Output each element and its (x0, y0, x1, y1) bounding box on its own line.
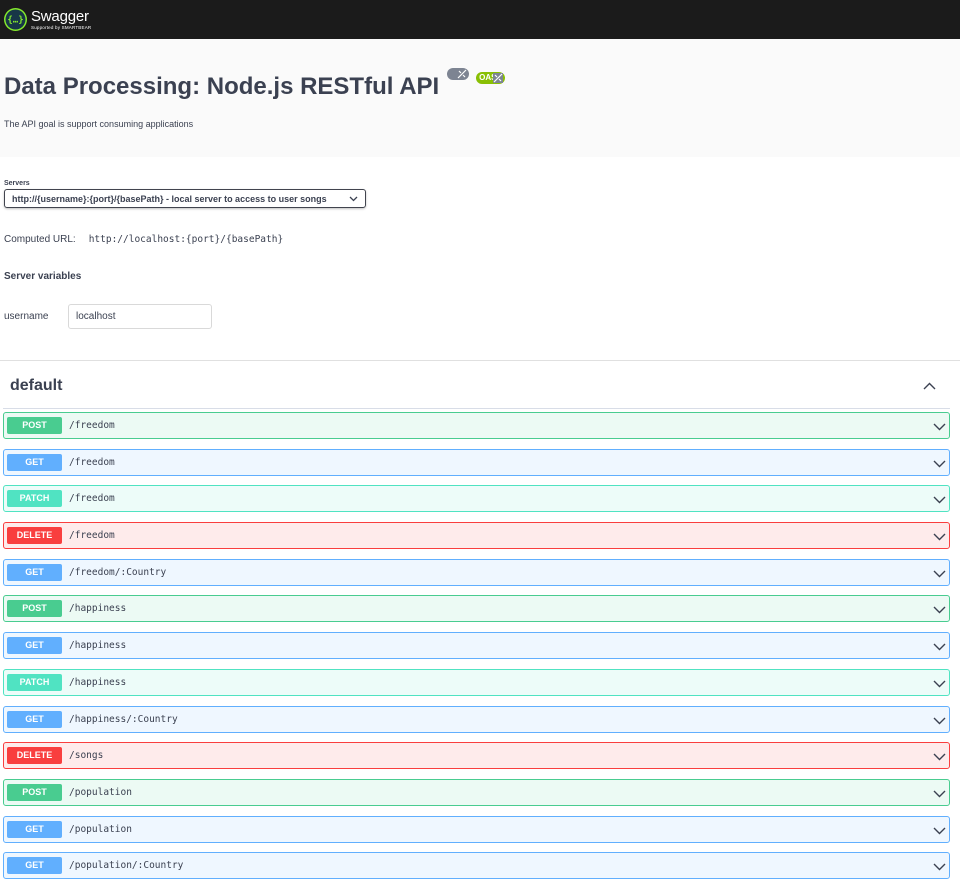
chevron-down-icon[interactable] (933, 603, 946, 616)
operation-path: /freedom (69, 456, 115, 468)
method-badge: POST (7, 783, 62, 801)
swagger-logo[interactable]: {…} Swagger Supported by SMARTBEAR (4, 8, 91, 31)
method-badge: DELETE (7, 527, 62, 545)
broken-image-icon (493, 73, 504, 83)
computed-url-row: Computed URL: http://localhost:{port}/{b… (4, 234, 956, 245)
chevron-down-icon[interactable] (933, 714, 946, 727)
method-badge: GET (7, 820, 62, 838)
operation-delete-row[interactable]: DELETE/freedom (3, 522, 950, 550)
variable-name: username (4, 311, 49, 322)
brand-tagline: Supported by SMARTBEAR (31, 24, 92, 30)
chevron-up-icon[interactable] (923, 382, 936, 390)
computed-url-label: Computed URL: (4, 234, 76, 245)
version-badge (446, 68, 469, 80)
server-variables-title: Server variables (4, 271, 82, 282)
chevron-down-icon[interactable] (933, 567, 946, 580)
method-badge: GET (7, 857, 62, 875)
chevron-down-icon[interactable] (933, 824, 946, 837)
method-badge: POST (7, 417, 62, 434)
operation-patch-row[interactable]: PATCH/freedom (3, 485, 950, 513)
operation-path: /happiness/:Country (69, 713, 178, 725)
operation-delete-row[interactable]: DELETE/songs (3, 742, 950, 770)
tag-section-default: default POST/freedom GET/freedom PATCH/fre… (0, 363, 960, 880)
chevron-down-icon[interactable] (933, 640, 946, 653)
swagger-logo-icon: {…} (4, 8, 27, 31)
servers-panel: Servers http://{username}:{port}/{basePa… (0, 157, 960, 361)
method-badge: GET (7, 710, 62, 728)
chevron-down-icon[interactable] (933, 787, 946, 800)
oas-badge: OAS (476, 72, 506, 84)
topbar: {…} Swagger Supported by SMARTBEAR (0, 0, 960, 39)
method-badge: PATCH (7, 490, 62, 508)
method-badge: GET (7, 563, 62, 581)
page-title: Data Processing: Node.js RESTful API (4, 73, 440, 100)
operation-path: /freedom (69, 493, 115, 505)
operation-get-row[interactable]: GET/population (3, 815, 950, 843)
tag-header[interactable]: default (3, 363, 950, 409)
operation-get-row[interactable]: GET/happiness/:Country (3, 705, 950, 733)
brand-name: Swagger (31, 7, 89, 25)
operation-get-row[interactable]: GET/population/:Country (3, 852, 950, 880)
operation-path: /population/:Country (69, 860, 184, 872)
chevron-down-icon[interactable] (933, 457, 946, 470)
operation-post-row[interactable]: POST/population (3, 778, 950, 806)
computed-url: http://localhost:{port}/{basePath} (88, 234, 284, 245)
chevron-down-icon[interactable] (933, 677, 946, 690)
chevron-down-icon (349, 196, 358, 201)
servers-label: Servers (4, 180, 30, 187)
method-badge: GET (7, 637, 62, 655)
operation-post-row[interactable]: POST/freedom (3, 412, 950, 439)
operation-path: /happiness (69, 640, 127, 652)
chevron-down-icon[interactable] (933, 493, 946, 506)
tag-name: default (10, 376, 63, 394)
operation-path: /freedom (69, 530, 115, 542)
operation-path: /freedom/:Country (69, 566, 167, 578)
operation-path: /songs (69, 750, 104, 762)
broken-image-icon (457, 69, 467, 79)
chevron-down-icon[interactable] (933, 860, 946, 873)
operation-path: /freedom (69, 420, 115, 431)
server-variable-row: username localhost (4, 304, 956, 329)
operations-list: POST/freedom GET/freedom PATCH/freedom DELE… (3, 412, 950, 880)
server-select[interactable]: http://{username}:{port}/{basePath} - lo… (4, 189, 366, 208)
svg-text:{…}: {…} (7, 16, 23, 26)
chevron-down-icon[interactable] (933, 420, 946, 433)
chevron-down-icon[interactable] (933, 530, 946, 543)
operation-post-row[interactable]: POST/happiness (3, 595, 950, 623)
api-description: The API goal is support consuming applic… (4, 119, 194, 129)
method-badge: GET (7, 453, 62, 471)
operation-patch-row[interactable]: PATCH/happiness (3, 668, 950, 696)
operation-path: /population (69, 786, 132, 798)
method-badge: DELETE (7, 747, 62, 765)
api-info: Data Processing: Node.js RESTful API OAS… (0, 39, 960, 157)
operation-get-row[interactable]: GET/freedom/:Country (3, 558, 950, 586)
operation-path: /population (69, 823, 132, 835)
operation-get-row[interactable]: GET/happiness (3, 632, 950, 660)
operation-path: /happiness (69, 603, 127, 615)
chevron-down-icon[interactable] (933, 750, 946, 763)
method-badge: POST (7, 600, 62, 618)
username-input[interactable]: localhost (68, 304, 212, 329)
operation-path: /happiness (69, 676, 127, 688)
server-select-value: http://{username}:{port}/{basePath} - lo… (12, 193, 327, 204)
method-badge: PATCH (7, 673, 62, 691)
operation-get-row[interactable]: GET/freedom (3, 448, 950, 476)
